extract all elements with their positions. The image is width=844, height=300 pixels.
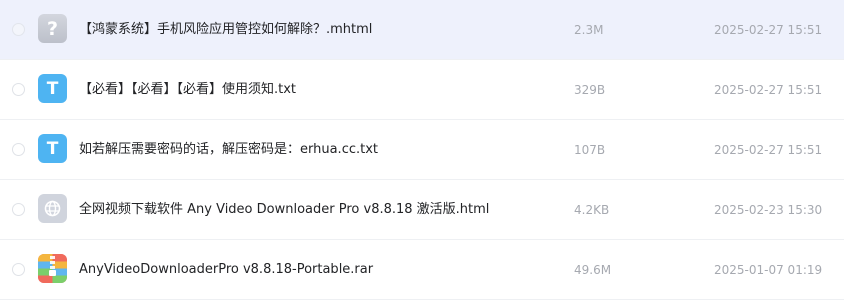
file-list: ? 【鸿蒙系统】手机风险应用管控如何解除？.mhtml 2.3M 2025-02…	[0, 0, 844, 300]
text-file-glyph: T	[46, 78, 59, 99]
file-size: 2.3M	[574, 23, 604, 37]
row-checkbox[interactable]	[12, 263, 25, 276]
archive-icon-graphic	[38, 254, 67, 283]
file-name[interactable]: 【鸿蒙系统】手机风险应用管控如何解除？.mhtml	[79, 0, 372, 60]
file-size: 4.2KB	[574, 203, 610, 217]
file-date: 2025-02-27 15:51	[714, 143, 823, 157]
web-file-icon	[38, 194, 67, 223]
file-size: 107B	[574, 143, 606, 157]
file-row[interactable]: AnyVideoDownloaderPro v8.8.18-Portable.r…	[0, 240, 844, 300]
text-file-icon: T	[38, 134, 67, 163]
row-checkbox[interactable]	[12, 203, 25, 216]
text-file-glyph: T	[46, 138, 59, 159]
file-row[interactable]: ? 【鸿蒙系统】手机风险应用管控如何解除？.mhtml 2.3M 2025-02…	[0, 0, 844, 60]
globe-icon	[44, 200, 61, 217]
file-name[interactable]: 【必看】【必看】【必看】使用须知.txt	[79, 60, 296, 120]
file-name[interactable]: AnyVideoDownloaderPro v8.8.18-Portable.r…	[79, 240, 373, 300]
file-date: 2025-01-07 01:19	[714, 263, 823, 277]
file-row[interactable]: T 【必看】【必看】【必看】使用须知.txt 329B 2025-02-27 1…	[0, 60, 844, 120]
file-row[interactable]: T 如若解压需要密码的话，解压密码是：erhua.cc.txt 107B 202…	[0, 120, 844, 180]
archive-file-icon	[38, 254, 67, 283]
file-date: 2025-02-27 15:51	[714, 83, 823, 97]
file-size: 329B	[574, 83, 606, 97]
unknown-file-glyph: ?	[46, 17, 59, 40]
file-date: 2025-02-23 15:30	[714, 203, 823, 217]
unknown-file-icon: ?	[38, 14, 67, 43]
file-row[interactable]: 全网视频下载软件 Any Video Downloader Pro v8.8.1…	[0, 180, 844, 240]
row-checkbox[interactable]	[12, 23, 25, 36]
file-name[interactable]: 全网视频下载软件 Any Video Downloader Pro v8.8.1…	[79, 180, 489, 240]
row-checkbox[interactable]	[12, 83, 25, 96]
file-date: 2025-02-27 15:51	[714, 23, 823, 37]
text-file-icon: T	[38, 74, 67, 103]
file-name[interactable]: 如若解压需要密码的话，解压密码是：erhua.cc.txt	[79, 120, 378, 180]
row-checkbox[interactable]	[12, 143, 25, 156]
file-size: 49.6M	[574, 263, 612, 277]
